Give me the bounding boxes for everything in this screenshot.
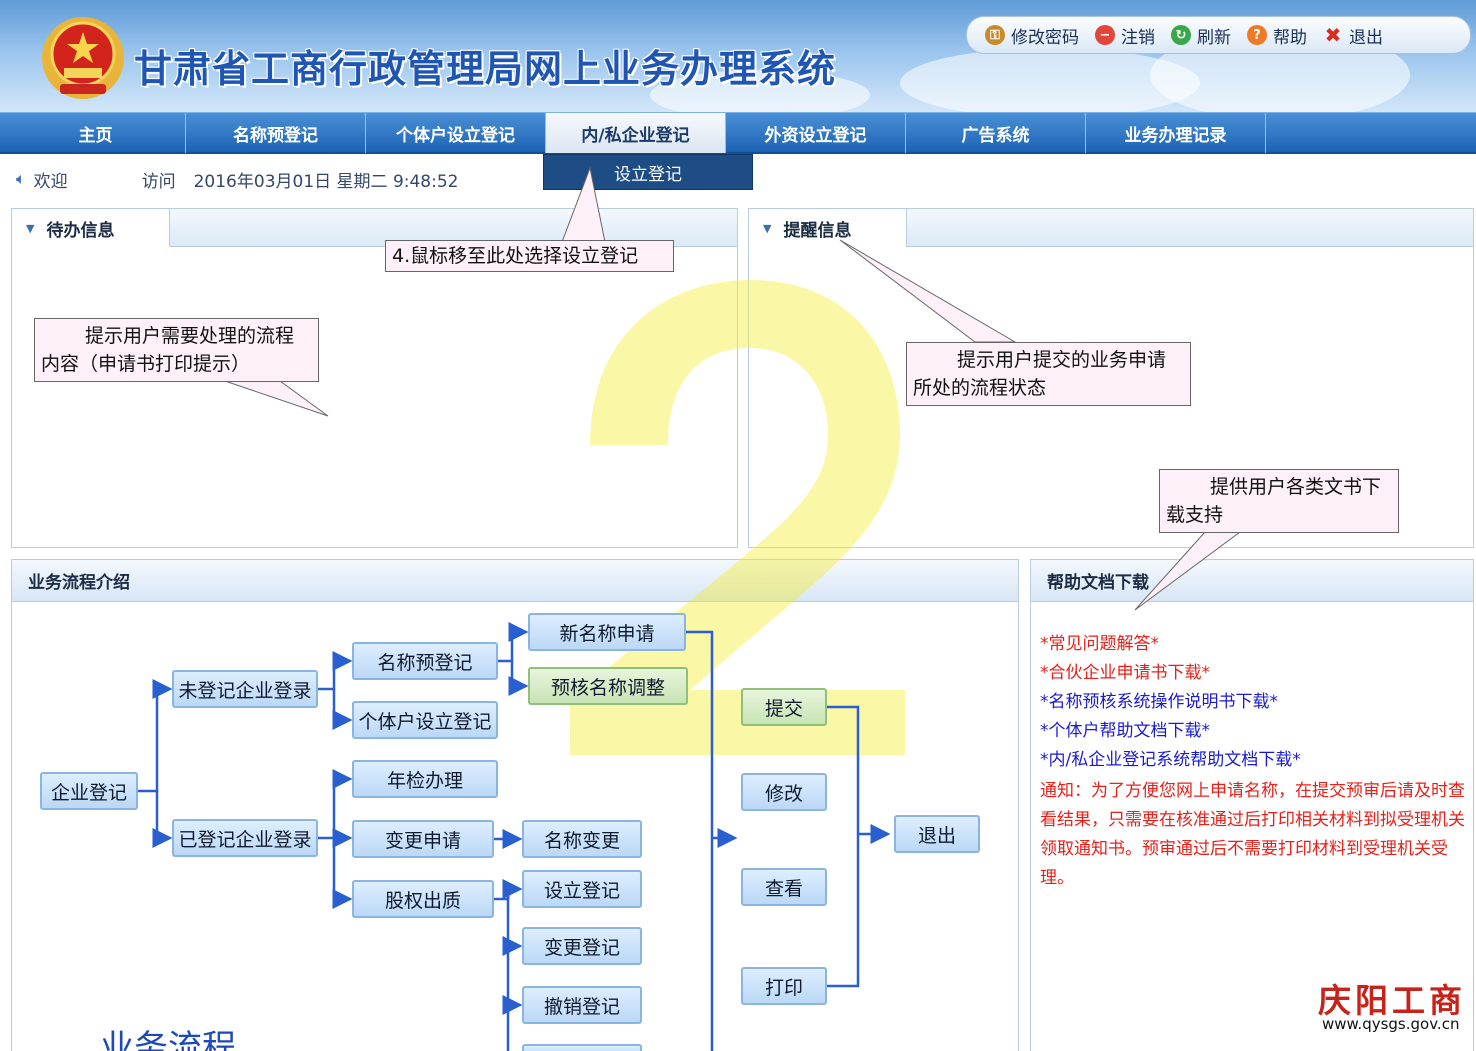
process-big-label: 业务流程 [100,1028,236,1051]
app-window: 甘肃省工商行政管理局网上业务办理系统 ⚿ 修改密码 − 注销 ↻ 刷新 ? 帮助… [0,0,1476,1051]
callout-help-hint: 提供用户各类文书下载支持 [1159,469,1399,533]
callout-todo-hint: 提示用户需要处理的流程内容（申请书打印提示） [34,318,319,382]
callout-reminder-hint: 提示用户提交的业务申请所处的流程状态 [906,342,1191,406]
watermark-url: www.qysgs.gov.cn [1322,1015,1460,1033]
callout-step4: 4.鼠标移至此处选择设立登记 [385,240,674,272]
